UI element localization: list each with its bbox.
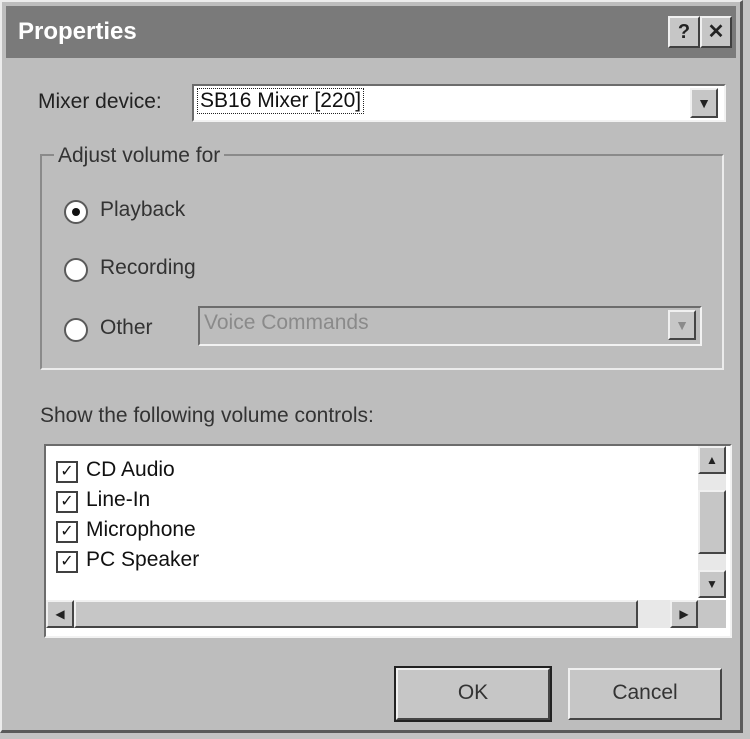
- recording-label[interactable]: Recording: [100, 256, 196, 280]
- other-device-value: Voice Commands: [204, 311, 369, 334]
- mixer-device-label: Mixer device:: [38, 90, 162, 113]
- window-title: Properties: [18, 18, 137, 45]
- horizontal-scrollbar[interactable]: ◀ ▶: [46, 600, 698, 628]
- cancel-button[interactable]: Cancel: [568, 668, 722, 720]
- line-in-label: Line-In: [86, 488, 151, 511]
- chevron-down-icon[interactable]: ▼: [668, 310, 696, 340]
- close-button[interactable]: ✕: [700, 16, 732, 48]
- pc-speaker-label: PC Speaker: [86, 548, 200, 571]
- check-icon[interactable]: ✓: [56, 491, 78, 513]
- vertical-scrollbar[interactable]: ▲ ▼: [698, 446, 726, 598]
- radio-selected-dot: [72, 208, 80, 216]
- playback-radio[interactable]: [64, 200, 88, 224]
- horizontal-scroll-thumb[interactable]: [74, 600, 638, 628]
- properties-dialog: Properties ? ✕ Mixer device: SB16 Mixer …: [0, 0, 743, 733]
- other-device-select[interactable]: Voice Commands ▼: [198, 306, 702, 346]
- volume-controls-label: Show the following volume controls:: [40, 404, 374, 427]
- scroll-left-icon[interactable]: ◀: [46, 600, 74, 628]
- recording-radio[interactable]: [64, 258, 88, 282]
- adjust-volume-legend: Adjust volume for: [54, 144, 225, 168]
- playback-label[interactable]: Playback: [100, 198, 185, 222]
- cd-audio-label: CD Audio: [86, 458, 175, 481]
- other-label[interactable]: Other: [100, 316, 153, 340]
- vertical-scroll-thumb[interactable]: [698, 490, 726, 554]
- help-button[interactable]: ?: [668, 16, 700, 48]
- volume-controls-list[interactable]: ✓ CD Audio ✓ Line-In ✓ Microphone ✓ PC S…: [44, 444, 732, 638]
- title-bar: Properties ? ✕: [6, 6, 736, 58]
- check-icon[interactable]: ✓: [56, 521, 78, 543]
- other-radio[interactable]: [64, 318, 88, 342]
- check-icon[interactable]: ✓: [56, 551, 78, 573]
- scroll-right-icon[interactable]: ▶: [670, 600, 698, 628]
- chevron-down-icon[interactable]: ▼: [690, 88, 718, 118]
- scroll-up-icon[interactable]: ▲: [698, 446, 726, 474]
- microphone-label: Microphone: [86, 518, 196, 541]
- check-icon[interactable]: ✓: [56, 461, 78, 483]
- mixer-device-value: SB16 Mixer [220]: [196, 88, 365, 114]
- ok-button[interactable]: OK: [394, 666, 552, 722]
- scrollbar-corner: [698, 600, 726, 628]
- scroll-down-icon[interactable]: ▼: [698, 570, 726, 598]
- mixer-device-select[interactable]: SB16 Mixer [220] ▼: [192, 84, 726, 122]
